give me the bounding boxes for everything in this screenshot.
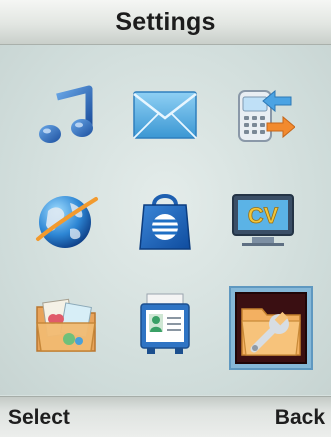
page-title: Settings <box>115 7 216 36</box>
att-shopping-bag-icon <box>139 194 191 250</box>
envelope-icon <box>133 91 197 139</box>
menu-item-settings[interactable] <box>229 286 313 370</box>
menu-item-address-book[interactable] <box>117 277 213 373</box>
menu-item-shop[interactable] <box>117 172 213 268</box>
softkey-bar: Select Back <box>0 396 331 437</box>
select-softkey[interactable]: Select <box>8 406 70 430</box>
media-folder-icon <box>36 298 96 352</box>
contact-card-icon <box>140 293 190 354</box>
menu-item-my-stuff[interactable] <box>19 277 115 373</box>
menu-item-music[interactable] <box>19 67 115 163</box>
back-softkey[interactable]: Back <box>275 406 325 430</box>
phone-transfer-icon <box>238 89 295 142</box>
menu-item-video[interactable]: CV <box>215 172 311 268</box>
cv-tv-icon: CV <box>232 194 294 246</box>
title-bar: Settings <box>0 0 331 45</box>
globe-icon <box>36 196 98 248</box>
svg-text:CV: CV <box>248 203 279 228</box>
menu-item-messaging[interactable] <box>117 67 213 163</box>
phone-screen: Settings CV Select Back <box>0 0 331 437</box>
settings-folder-wrench-icon <box>235 292 307 364</box>
music-note-icon <box>39 85 93 143</box>
menu-item-call-settings[interactable] <box>215 67 311 163</box>
menu-item-web[interactable] <box>19 172 115 268</box>
